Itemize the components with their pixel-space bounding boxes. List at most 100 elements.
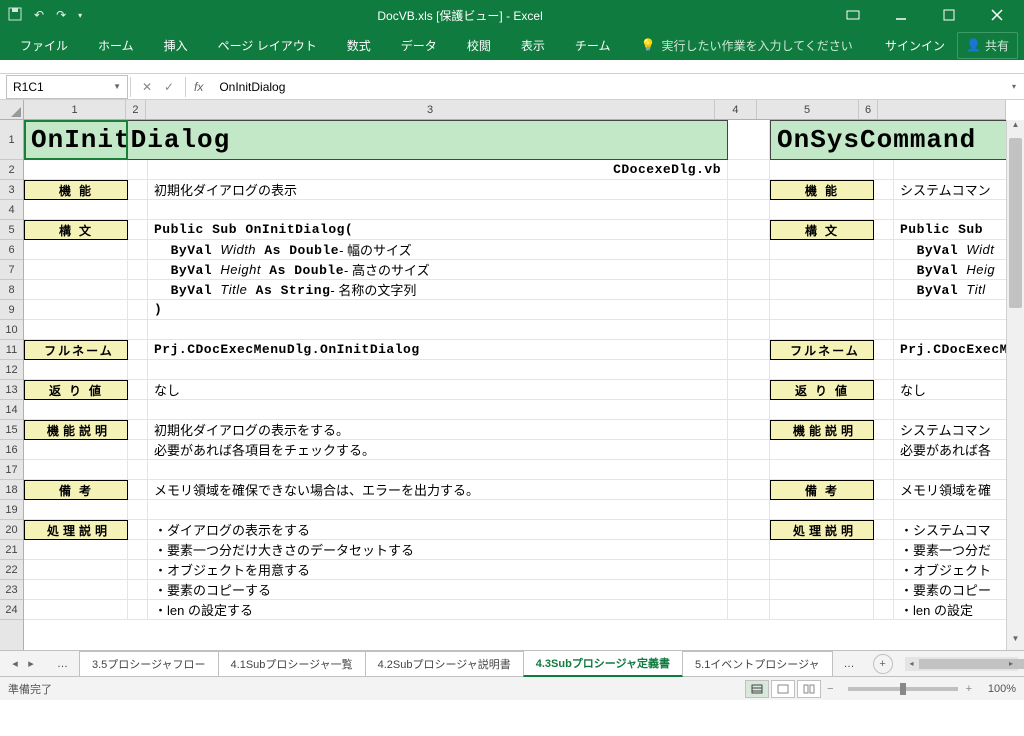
cell[interactable]	[128, 560, 148, 580]
row-header[interactable]: 2	[0, 160, 23, 180]
cell[interactable]	[728, 420, 770, 440]
row-header[interactable]: 3	[0, 180, 23, 200]
cell[interactable]	[770, 600, 874, 620]
label-return[interactable]: 返り値	[24, 380, 128, 400]
cell[interactable]	[728, 440, 770, 460]
shori-l2[interactable]: ・要素一つ分だけ大きさのデータセットする	[148, 540, 728, 560]
cell[interactable]	[874, 160, 894, 180]
cell[interactable]	[24, 160, 128, 180]
cancel-formula-icon[interactable]: ✕	[139, 80, 155, 94]
cell[interactable]	[728, 280, 770, 300]
cell[interactable]	[24, 600, 128, 620]
cell[interactable]	[128, 340, 148, 360]
cell[interactable]	[128, 380, 148, 400]
cell[interactable]	[894, 460, 1024, 480]
cell[interactable]	[728, 540, 770, 560]
sheet-prev-more[interactable]: …	[45, 654, 80, 674]
cell[interactable]	[128, 240, 148, 260]
cell[interactable]	[770, 200, 874, 220]
r-return[interactable]: なし	[894, 380, 1024, 400]
row-header[interactable]: 9	[0, 300, 23, 320]
scroll-up-icon[interactable]: ▲	[1007, 120, 1024, 136]
cell[interactable]	[728, 300, 770, 320]
cell[interactable]	[770, 160, 874, 180]
cell[interactable]	[874, 260, 894, 280]
cell[interactable]	[770, 440, 874, 460]
cell[interactable]	[770, 460, 874, 480]
cell[interactable]	[874, 540, 894, 560]
sheet-tab-4[interactable]: 5.1イベントプロシージャ	[682, 651, 833, 676]
row-header[interactable]: 14	[0, 400, 23, 420]
r-s2[interactable]: ・要素一つ分だ	[894, 540, 1024, 560]
row-header[interactable]: 7	[0, 260, 23, 280]
expand-formula-icon[interactable]: ▾	[1004, 82, 1024, 91]
cell[interactable]	[24, 460, 128, 480]
cell[interactable]	[148, 200, 728, 220]
cell[interactable]	[128, 280, 148, 300]
cell[interactable]	[24, 360, 128, 380]
cell[interactable]	[728, 580, 770, 600]
column-header[interactable]: 6	[859, 100, 879, 119]
zoom-out-button[interactable]: −	[827, 683, 833, 695]
row-header[interactable]: 4	[0, 200, 23, 220]
minimize-button[interactable]	[878, 0, 924, 30]
row-header[interactable]: 13	[0, 380, 23, 400]
label-kinou[interactable]: 機能	[24, 180, 128, 200]
shori-l5[interactable]: ・len の設定する	[148, 600, 728, 620]
cell[interactable]	[128, 420, 148, 440]
tab-view[interactable]: 表示	[507, 31, 559, 60]
shori-l4[interactable]: ・要素のコピーする	[148, 580, 728, 600]
cell[interactable]	[874, 500, 894, 520]
cell[interactable]	[770, 320, 874, 340]
cell[interactable]	[24, 260, 128, 280]
tab-layout[interactable]: ページ レイアウト	[204, 31, 331, 60]
cell[interactable]	[128, 600, 148, 620]
cell[interactable]	[894, 200, 1024, 220]
r-bikou[interactable]: メモリ領域を確	[894, 480, 1024, 500]
cell[interactable]	[128, 580, 148, 600]
ribbon-display-icon[interactable]	[830, 0, 876, 30]
cell[interactable]	[894, 160, 1024, 180]
r-s5[interactable]: ・len の設定	[894, 600, 1024, 620]
row-header[interactable]: 22	[0, 560, 23, 580]
cell[interactable]	[770, 260, 874, 280]
vertical-scrollbar[interactable]: ▲ ▼	[1006, 120, 1024, 650]
cell[interactable]	[770, 500, 874, 520]
column-header[interactable]: 4	[715, 100, 756, 119]
tab-insert[interactable]: 挿入	[150, 31, 202, 60]
cell[interactable]	[148, 460, 728, 480]
normal-view-button[interactable]	[745, 680, 769, 698]
fx-icon[interactable]: fx	[186, 80, 211, 94]
cell[interactable]	[128, 460, 148, 480]
page-break-view-button[interactable]	[797, 680, 821, 698]
row-header[interactable]: 21	[0, 540, 23, 560]
sheet-nav[interactable]: ◂ ▸	[0, 657, 46, 670]
share-button[interactable]: 👤 共有	[957, 32, 1018, 59]
r-label-bikou[interactable]: 備考	[770, 480, 874, 500]
cell[interactable]	[128, 440, 148, 460]
cell[interactable]	[128, 480, 148, 500]
r-label-return[interactable]: 返り値	[770, 380, 874, 400]
cell[interactable]	[128, 360, 148, 380]
row-header[interactable]: 11	[0, 340, 23, 360]
row-header[interactable]: 17	[0, 460, 23, 480]
cell[interactable]	[770, 240, 874, 260]
cell[interactable]	[128, 300, 148, 320]
filename[interactable]: CDocexeDlg.vb	[148, 160, 728, 180]
sheet-next-icon[interactable]: ▸	[24, 657, 38, 670]
cell[interactable]	[728, 220, 770, 240]
cell[interactable]	[728, 180, 770, 200]
row-header[interactable]: 10	[0, 320, 23, 340]
redo-button[interactable]: ↷	[56, 8, 66, 22]
tab-formulas[interactable]: 数式	[333, 31, 385, 60]
zoom-level[interactable]: 100%	[972, 683, 1016, 695]
r-s1[interactable]: ・システムコマ	[894, 520, 1024, 540]
column-header[interactable]: 2	[126, 100, 146, 119]
scroll-thumb[interactable]	[1009, 138, 1022, 308]
cell[interactable]	[874, 580, 894, 600]
row-header[interactable]: 20	[0, 520, 23, 540]
cell[interactable]	[128, 260, 148, 280]
cell[interactable]	[874, 180, 894, 200]
cell[interactable]	[874, 480, 894, 500]
cell[interactable]	[874, 460, 894, 480]
